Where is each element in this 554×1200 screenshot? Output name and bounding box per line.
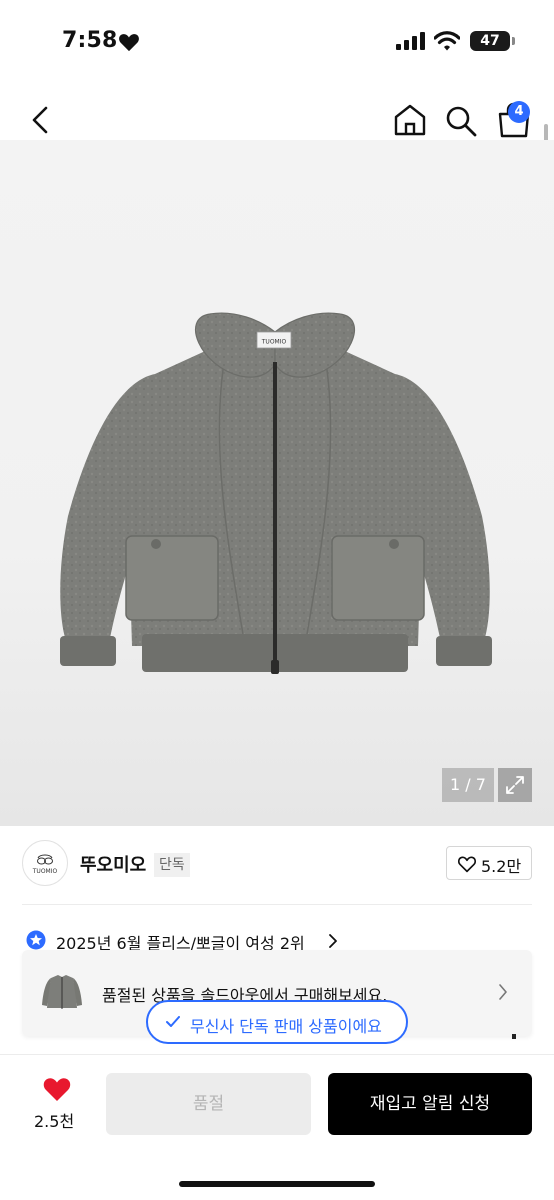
status-bar: 7:58 47 (0, 0, 554, 84)
search-icon[interactable] (444, 104, 478, 138)
soldout-product-thumbnail (42, 975, 82, 1009)
battery-icon: 47 (470, 31, 510, 51)
home-icon[interactable] (392, 102, 428, 138)
signal-icon (396, 32, 425, 50)
brand-logo[interactable]: TUOMIO (22, 840, 68, 886)
star-icon (26, 930, 46, 950)
chevron-right-icon (499, 984, 507, 1000)
brand-like-button[interactable]: 5.2만 (446, 846, 532, 880)
restock-alert-button[interactable]: 재입고 알림 신청 (328, 1073, 532, 1135)
heart-icon (119, 34, 139, 52)
expand-icon[interactable] (498, 768, 532, 802)
brand-logo-mark-icon (37, 854, 53, 865)
wifi-icon (434, 31, 460, 51)
image-counter: 1 / 7 (442, 768, 494, 802)
home-indicator (179, 1181, 375, 1187)
cart-count-badge: 4 (508, 101, 530, 123)
content-edge (512, 1034, 516, 1039)
divider (22, 904, 532, 905)
brand-like-count: 5.2만 (481, 857, 522, 876)
jacket-image: TUOMIO (60, 312, 492, 674)
heart-outline-icon (457, 856, 477, 873)
exclusive-tag: 단독 (154, 853, 190, 877)
exclusive-sale-pill: 무신사 단독 판매 상품이에요 (146, 1000, 408, 1044)
exclusive-sale-text: 무신사 단독 판매 상품이에요 (190, 1017, 382, 1036)
wishlist-count: 2.5천 (34, 1112, 75, 1131)
back-icon[interactable] (26, 104, 56, 136)
product-image[interactable]: TUOMIO (0, 140, 554, 826)
jacket-label-text: TUOMIO (261, 339, 287, 346)
brand-logo-text: TUOMIO (32, 868, 58, 875)
status-time: 7:58 (62, 28, 118, 53)
battery-nub (512, 37, 515, 45)
check-icon (166, 1016, 180, 1027)
chevron-right-icon (329, 934, 337, 948)
brand-name[interactable]: 뚜오미오 (80, 851, 146, 877)
soldout-button[interactable]: 품절 (106, 1073, 311, 1135)
wishlist-heart-icon[interactable] (42, 1076, 72, 1102)
